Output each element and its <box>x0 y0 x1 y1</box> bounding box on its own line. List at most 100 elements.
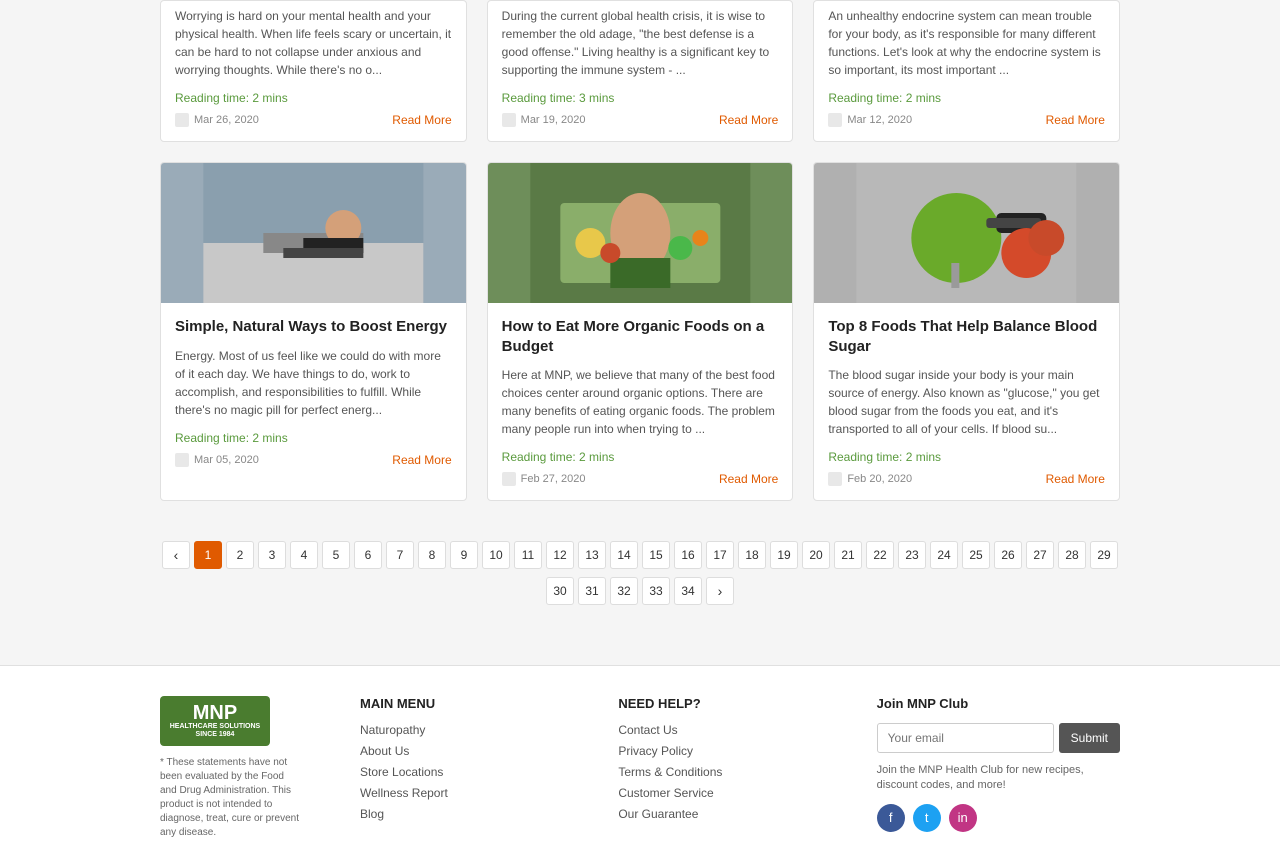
footer-link-wellness-report[interactable]: Wellness Report <box>360 786 558 800</box>
main-card-1-read-more[interactable]: Read More <box>392 453 451 467</box>
page-btn-30[interactable]: 30 <box>546 577 574 605</box>
page-btn-34[interactable]: 34 <box>674 577 702 605</box>
main-card-2-title: How to Eat More Organic Foods on a Budge… <box>502 317 779 356</box>
card-3-image <box>814 163 1119 303</box>
page-btn-10[interactable]: 10 <box>482 541 510 569</box>
footer-link-store-locations[interactable]: Store Locations <box>360 765 558 779</box>
footer-disclaimer: * These statements have not been evaluat… <box>160 756 300 840</box>
submit-button[interactable]: Submit <box>1059 723 1120 753</box>
calendar-icon <box>502 472 516 486</box>
pagination: ‹ 1 2 3 4 5 6 7 8 9 10 11 12 13 14 15 16… <box>160 521 1120 645</box>
page-btn-32[interactable]: 32 <box>610 577 638 605</box>
page-btn-29[interactable]: 29 <box>1090 541 1118 569</box>
main-card-1-date: Mar 05, 2020 <box>194 454 259 466</box>
page-btn-26[interactable]: 26 <box>994 541 1022 569</box>
calendar-icon <box>175 453 189 467</box>
page-btn-18[interactable]: 18 <box>738 541 766 569</box>
main-card-2-reading-time: Reading time: 2 mins <box>502 450 779 464</box>
main-card-1-text: Energy. Most of us feel like we could do… <box>175 347 452 419</box>
page-btn-4[interactable]: 4 <box>290 541 318 569</box>
footer-link-contact-us[interactable]: Contact Us <box>618 723 816 737</box>
footer-need-help-title: NEED HELP? <box>618 696 816 711</box>
footer-logo-section: MNP HEALTHCARE SOLUTIONS SINCE 1984 * Th… <box>160 696 300 840</box>
page-btn-7[interactable]: 7 <box>386 541 414 569</box>
twitter-icon[interactable]: t <box>913 804 941 832</box>
main-card-1: Simple, Natural Ways to Boost Energy Ene… <box>160 162 467 501</box>
top-card-3-date: Mar 12, 2020 <box>847 114 912 126</box>
footer-link-about-us[interactable]: About Us <box>360 744 558 758</box>
top-card-1-read-more[interactable]: Read More <box>392 113 451 127</box>
page-btn-11[interactable]: 11 <box>514 541 542 569</box>
card-1-image <box>161 163 466 303</box>
page-btn-21[interactable]: 21 <box>834 541 862 569</box>
page-btn-28[interactable]: 28 <box>1058 541 1086 569</box>
page-btn-14[interactable]: 14 <box>610 541 638 569</box>
footer-link-blog[interactable]: Blog <box>360 807 558 821</box>
page-btn-17[interactable]: 17 <box>706 541 734 569</box>
footer-link-customer-service[interactable]: Customer Service <box>618 786 816 800</box>
top-card-3: An unhealthy endocrine system can mean t… <box>813 0 1120 142</box>
main-card-3-text: The blood sugar inside your body is your… <box>828 366 1105 438</box>
top-card-1: Worrying is hard on your mental health a… <box>160 0 467 142</box>
main-card-1-title: Simple, Natural Ways to Boost Energy <box>175 317 452 337</box>
top-card-2: During the current global health crisis,… <box>487 0 794 142</box>
page-btn-8[interactable]: 8 <box>418 541 446 569</box>
page-btn-25[interactable]: 25 <box>962 541 990 569</box>
top-card-3-reading-time: Reading time: 2 mins <box>828 91 1105 105</box>
prev-page-button[interactable]: ‹ <box>162 541 190 569</box>
page-btn-22[interactable]: 22 <box>866 541 894 569</box>
page-btn-5[interactable]: 5 <box>322 541 350 569</box>
top-card-2-read-more[interactable]: Read More <box>719 113 778 127</box>
top-card-2-reading-time: Reading time: 3 mins <box>502 91 779 105</box>
footer-link-terms-conditions[interactable]: Terms & Conditions <box>618 765 816 779</box>
footer-main-menu-title: MAIN MENU <box>360 696 558 711</box>
footer-link-naturopathy[interactable]: Naturopathy <box>360 723 558 737</box>
calendar-icon <box>502 113 516 127</box>
top-card-3-read-more[interactable]: Read More <box>1046 113 1105 127</box>
footer-link-our-guarantee[interactable]: Our Guarantee <box>618 807 816 821</box>
main-card-3-title: Top 8 Foods That Help Balance Blood Suga… <box>828 317 1105 356</box>
footer-link-privacy-policy[interactable]: Privacy Policy <box>618 744 816 758</box>
page-btn-6[interactable]: 6 <box>354 541 382 569</box>
page-btn-3[interactable]: 3 <box>258 541 286 569</box>
instagram-icon[interactable]: in <box>949 804 977 832</box>
main-card-2-read-more[interactable]: Read More <box>719 472 778 486</box>
page-btn-23[interactable]: 23 <box>898 541 926 569</box>
facebook-icon[interactable]: f <box>877 804 905 832</box>
page-btn-27[interactable]: 27 <box>1026 541 1054 569</box>
logo-subtitle: HEALTHCARE SOLUTIONS SINCE 1984 <box>160 723 270 740</box>
main-card-2-text: Here at MNP, we believe that many of the… <box>502 366 779 438</box>
page-btn-24[interactable]: 24 <box>930 541 958 569</box>
main-card-3-date: Feb 20, 2020 <box>847 473 912 485</box>
main-card-2-date: Feb 27, 2020 <box>521 473 586 485</box>
page-btn-33[interactable]: 33 <box>642 577 670 605</box>
page-btn-13[interactable]: 13 <box>578 541 606 569</box>
top-card-1-text: Worrying is hard on your mental health a… <box>175 7 452 79</box>
main-card-3-read-more[interactable]: Read More <box>1046 472 1105 486</box>
page-btn-9[interactable]: 9 <box>450 541 478 569</box>
footer-join-title: Join MNP Club <box>877 696 1120 711</box>
top-card-1-reading-time: Reading time: 2 mins <box>175 91 452 105</box>
top-card-1-date: Mar 26, 2020 <box>194 114 259 126</box>
page-btn-20[interactable]: 20 <box>802 541 830 569</box>
page-btn-2[interactable]: 2 <box>226 541 254 569</box>
social-icons: f t in <box>877 804 1120 832</box>
footer: MNP HEALTHCARE SOLUTIONS SINCE 1984 * Th… <box>0 665 1280 860</box>
email-input[interactable] <box>877 723 1054 753</box>
cards-section: Worrying is hard on your mental health a… <box>0 0 1280 665</box>
page-btn-1[interactable]: 1 <box>194 541 222 569</box>
calendar-icon <box>828 113 842 127</box>
page-btn-12[interactable]: 12 <box>546 541 574 569</box>
page-btn-15[interactable]: 15 <box>642 541 670 569</box>
footer-need-help: NEED HELP? Contact Us Privacy Policy Ter… <box>618 696 816 828</box>
main-card-3-reading-time: Reading time: 2 mins <box>828 450 1105 464</box>
page-btn-31[interactable]: 31 <box>578 577 606 605</box>
footer-join-club: Join MNP Club Submit Join the MNP Health… <box>877 696 1120 832</box>
join-description: Join the MNP Health Club for new recipes… <box>877 763 1120 794</box>
main-card-3: Top 8 Foods That Help Balance Blood Suga… <box>813 162 1120 501</box>
page-btn-16[interactable]: 16 <box>674 541 702 569</box>
calendar-icon <box>175 113 189 127</box>
page-btn-19[interactable]: 19 <box>770 541 798 569</box>
next-page-button[interactable]: › <box>706 577 734 605</box>
top-card-2-date: Mar 19, 2020 <box>521 114 586 126</box>
